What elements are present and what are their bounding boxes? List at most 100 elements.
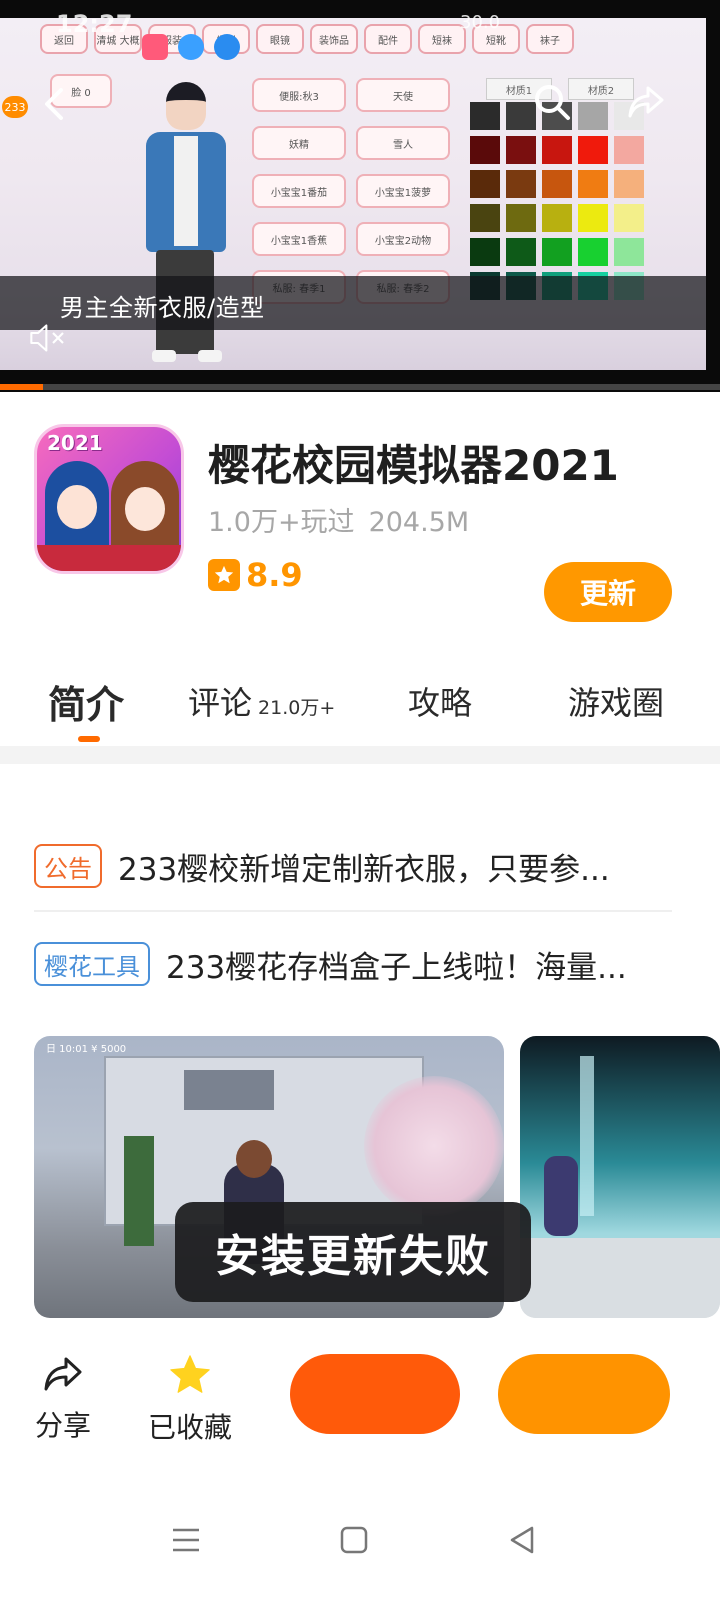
tab-label: 攻略 xyxy=(408,684,473,722)
search-button[interactable] xyxy=(532,82,572,122)
search-icon xyxy=(535,85,570,120)
app-rating: 8.9 xyxy=(208,556,303,594)
game-color-swatch xyxy=(506,136,536,164)
game-color-swatch xyxy=(614,238,644,266)
share-label: 分享 xyxy=(34,1409,91,1442)
game-color-swatch xyxy=(578,136,608,164)
screenshot-thumbnail[interactable] xyxy=(520,1036,720,1318)
detail-tabs: 简介 评论 21.0万+ 攻略 游戏圈 xyxy=(0,666,720,746)
game-color-swatch xyxy=(470,136,500,164)
game-outfit-button: 便服:秋3 xyxy=(252,78,346,112)
game-color-swatch xyxy=(506,170,536,198)
game-color-swatch xyxy=(506,204,536,232)
section-divider xyxy=(0,746,720,764)
tab-label: 评论 xyxy=(188,684,253,722)
status-icons xyxy=(142,34,240,60)
app-size: 204.5M xyxy=(368,507,470,538)
game-tab: 装饰品 xyxy=(310,24,358,54)
game-color-swatch xyxy=(470,170,500,198)
favorite-button[interactable]: 已收藏 xyxy=(146,1352,234,1446)
system-nav-bar xyxy=(0,1480,720,1600)
tab-guides[interactable]: 攻略 xyxy=(408,678,472,724)
video-badge: 233 xyxy=(2,96,28,118)
star-icon xyxy=(170,1355,210,1393)
active-tab-indicator xyxy=(78,736,100,742)
share-button[interactable]: 分享 xyxy=(34,1352,92,1444)
game-color-swatch xyxy=(470,102,500,130)
app-notification-icon xyxy=(142,34,168,60)
mute-button[interactable] xyxy=(28,318,68,358)
video-player[interactable]: 返回清城 大概服装发型眼镜装饰品配件短袜短靴袜子 材质1 材质2 脸 0 便服:… xyxy=(0,0,720,392)
share-icon xyxy=(44,1357,82,1391)
status-time: 12:27 xyxy=(56,10,133,38)
tab-comments[interactable]: 评论 21.0万+ xyxy=(188,678,335,724)
game-color-swatch xyxy=(578,238,608,266)
game-tab: 袜子 xyxy=(526,24,574,54)
game-color-swatch xyxy=(470,204,500,232)
tab-intro[interactable]: 简介 xyxy=(48,674,124,729)
game-outfit-button: 天使 xyxy=(356,78,450,112)
screenshot-hud-text: 日 10:01 ¥ 5000 xyxy=(46,1044,127,1055)
game-color-swatch xyxy=(542,136,572,164)
home-icon xyxy=(340,1526,368,1554)
chevron-left-icon xyxy=(45,88,63,120)
game-color-swatch xyxy=(578,170,608,198)
game-color-swatch xyxy=(578,102,608,130)
game-color-swatch xyxy=(506,238,536,266)
back-button[interactable] xyxy=(34,84,74,124)
secondary-action-button[interactable] xyxy=(498,1354,670,1434)
menu-icon xyxy=(173,1528,199,1552)
game-tab: 眼镜 xyxy=(256,24,304,54)
video-share-button[interactable] xyxy=(626,82,666,122)
favorite-label: 已收藏 xyxy=(147,1411,232,1444)
notice-divider xyxy=(34,910,672,912)
primary-action-button[interactable] xyxy=(290,1354,460,1434)
game-outfit-button: 小宝宝1香蕉 xyxy=(252,222,346,256)
app-icon: 2021 xyxy=(34,424,184,574)
system-back-button[interactable] xyxy=(502,1520,542,1560)
home-button[interactable] xyxy=(334,1520,374,1560)
status-network-speed: 30.0 xyxy=(460,12,501,33)
game-outfit-button: 小宝宝1番茄 xyxy=(252,174,346,208)
notice-text: 233樱校新增定制新衣服，只要参... xyxy=(118,851,610,888)
tab-game-circle[interactable]: 游戏圈 xyxy=(568,678,664,724)
game-color-swatch xyxy=(578,204,608,232)
app-title: 樱花校园模拟器2021 xyxy=(208,441,619,490)
video-caption: 男主全新衣服/造型 xyxy=(60,294,265,322)
game-color-swatch xyxy=(614,170,644,198)
video-progress-fill xyxy=(0,384,44,390)
rating-star-icon xyxy=(208,559,240,591)
notice-item[interactable]: 公告 233樱校新增定制新衣服，只要参... xyxy=(34,842,610,890)
game-color-swatch xyxy=(614,204,644,232)
comment-count: 21.0万+ xyxy=(258,697,336,719)
player-count: 1.0万+玩过 xyxy=(208,507,355,538)
app-meta: 1.0万+玩过 204.5M xyxy=(208,500,469,539)
game-outfit-button: 小宝宝2动物 xyxy=(356,222,450,256)
qq-icon xyxy=(178,34,204,60)
tab-label: 简介 xyxy=(48,683,125,727)
game-color-swatch xyxy=(470,238,500,266)
notice-tag: 公告 xyxy=(34,844,102,888)
video-progress-bar[interactable] xyxy=(0,384,720,390)
game-material-tab: 材质2 xyxy=(568,78,634,100)
notice-tag: 樱花工具 xyxy=(34,942,150,986)
app-icon-year: 2021 xyxy=(47,431,103,455)
notice-item[interactable]: 樱花工具 233樱花存档盒子上线啦！海量... xyxy=(34,940,627,988)
game-color-swatches xyxy=(470,102,644,300)
mute-icon xyxy=(30,324,64,352)
game-tab: 配件 xyxy=(364,24,412,54)
game-color-swatch xyxy=(542,204,572,232)
game-tab: 短袜 xyxy=(418,24,466,54)
game-color-swatch xyxy=(614,136,644,164)
game-outfit-button: 妖精 xyxy=(252,126,346,160)
game-outfit-button: 小宝宝1菠萝 xyxy=(356,174,450,208)
share-arrow-icon xyxy=(628,86,664,118)
game-color-swatch xyxy=(542,238,572,266)
toast-message: 安装更新失败 xyxy=(175,1202,531,1302)
update-button[interactable]: 更新 xyxy=(544,562,672,622)
browser-icon xyxy=(214,34,240,60)
recent-apps-button[interactable] xyxy=(166,1520,206,1560)
notice-text: 233樱花存档盒子上线啦！海量... xyxy=(166,949,627,986)
rating-value: 8.9 xyxy=(246,556,303,594)
game-color-swatch xyxy=(542,170,572,198)
